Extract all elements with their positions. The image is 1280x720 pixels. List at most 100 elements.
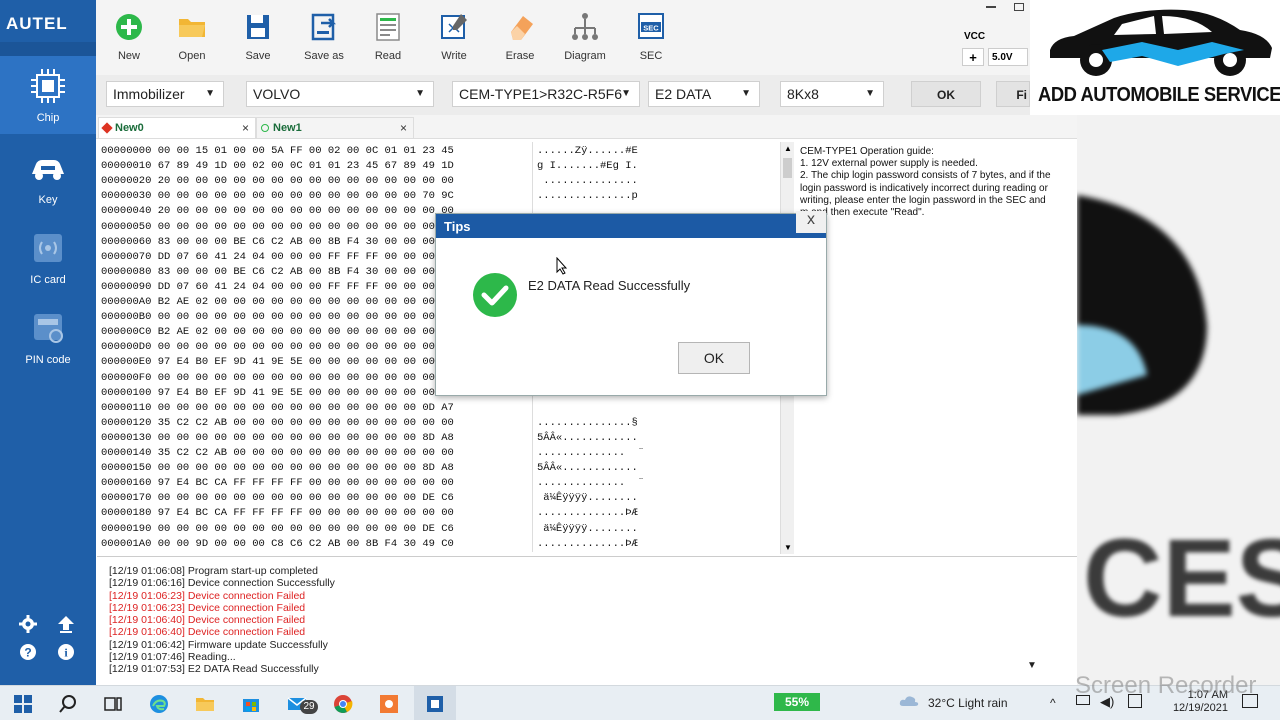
hex-row[interactable]: 000001A0 00 00 9D 00 00 00 C8 C6 C2 AB 0…: [101, 538, 454, 550]
gear-icon[interactable]: [18, 614, 38, 634]
vcc-plus-button[interactable]: +: [962, 48, 984, 66]
scroll-thumb[interactable]: [783, 158, 792, 178]
chrome-icon[interactable]: [332, 693, 354, 715]
ascii-row[interactable]: ...............p: [537, 190, 638, 202]
hex-row[interactable]: 00000090 DD 07 60 41 24 04 00 00 00 FF F…: [101, 281, 454, 293]
save-as-button[interactable]: Save as: [294, 10, 354, 62]
hex-row[interactable]: 00000120 35 C2 C2 AB 00 00 00 00 00 00 0…: [101, 417, 454, 429]
dialog-close-button[interactable]: x: [796, 211, 826, 233]
hex-row[interactable]: 00000160 97 E4 BC CA FF FF FF FF 00 00 0…: [101, 477, 454, 489]
dialog-ok-button[interactable]: OK: [678, 342, 750, 374]
hex-row[interactable]: 00000010 67 89 49 1D 00 02 00 0C 01 01 2…: [101, 160, 454, 172]
edge-icon[interactable]: [148, 693, 170, 715]
window-controls: [980, 0, 1030, 24]
function-select[interactable]: Immobilizer ▼: [106, 81, 224, 107]
ascii-row[interactable]: 5ÂÂ«............: [537, 462, 638, 474]
hex-row[interactable]: 000000F0 00 00 00 00 00 00 00 00 00 00 0…: [101, 372, 454, 384]
ascii-row[interactable]: ä¼Êÿÿÿÿ........: [537, 492, 638, 504]
task-view-icon[interactable]: [102, 693, 124, 715]
log-line: [12/19 01:06:16] Device connection Succe…: [109, 577, 335, 590]
open-button[interactable]: Open: [162, 10, 222, 62]
weather-text[interactable]: 32°C Light rain: [928, 696, 1008, 710]
hex-row[interactable]: 00000100 97 E4 B0 EF 9D 41 9E 5E 00 00 0…: [101, 387, 454, 399]
ok-button[interactable]: OK: [911, 81, 981, 107]
hex-row[interactable]: 00000070 DD 07 60 41 24 04 00 00 00 FF F…: [101, 251, 454, 263]
screen-recorder-icon[interactable]: [378, 693, 400, 715]
hex-row[interactable]: 00000030 00 00 00 00 00 00 00 00 00 00 0…: [101, 190, 454, 202]
sec-button[interactable]: SEC SEC: [621, 10, 681, 62]
tab-label: New1: [273, 122, 302, 134]
sidebar-item-chip[interactable]: Chip: [0, 56, 96, 134]
chevron-down-icon[interactable]: ▼: [1027, 660, 1037, 671]
hex-row[interactable]: 00000150 00 00 00 00 00 00 00 00 00 00 0…: [101, 462, 454, 474]
sidebar-item-pin-code[interactable]: PIN code: [0, 298, 96, 376]
hex-row[interactable]: 00000050 00 00 00 00 00 00 00 00 00 00 0…: [101, 221, 454, 233]
read-button[interactable]: Read: [358, 10, 418, 62]
search-icon[interactable]: [57, 693, 79, 715]
vcc-value[interactable]: 5.0V: [988, 48, 1028, 66]
tab-new0[interactable]: New0 ×: [98, 117, 256, 139]
svg-text:?: ?: [24, 646, 31, 660]
hex-row[interactable]: 00000130 00 00 00 00 00 00 00 00 00 00 0…: [101, 432, 454, 444]
ascii-row[interactable]: ......Zÿ......#E: [537, 145, 638, 157]
module-select[interactable]: CEM-TYPE1>R32C-R5F6 ▼: [452, 81, 640, 107]
ascii-row[interactable]: 5ÂÂ«............: [537, 432, 638, 444]
hex-row[interactable]: 00000020 20 00 00 00 00 00 00 00 00 00 0…: [101, 175, 454, 187]
hex-row[interactable]: 00000140 35 C2 C2 AB 00 00 00 00 00 00 0…: [101, 447, 454, 459]
maximize-icon[interactable]: [1014, 3, 1024, 11]
size-select[interactable]: 8Kx8 ▼: [780, 81, 884, 107]
erase-button[interactable]: Erase: [490, 10, 550, 62]
ascii-row[interactable]: ä¼Êÿÿÿÿ........: [537, 523, 638, 535]
hex-row[interactable]: 00000190 00 00 00 00 00 00 00 00 00 00 0…: [101, 523, 454, 535]
ascii-row[interactable]: ...............: [537, 175, 638, 187]
diagram-button[interactable]: Diagram: [555, 10, 615, 62]
scroll-up-icon[interactable]: ▲: [784, 144, 792, 153]
hex-row[interactable]: 00000170 00 00 00 00 00 00 00 00 00 00 0…: [101, 492, 454, 504]
hex-row[interactable]: 000000A0 B2 AE 02 00 00 00 00 00 00 00 0…: [101, 296, 454, 308]
chevron-up-icon[interactable]: ^: [1050, 696, 1056, 710]
select-value: 8Kx8: [787, 86, 819, 102]
hex-row[interactable]: 00000080 83 00 00 00 BE C6 C2 AB 00 8B F…: [101, 266, 454, 278]
next-button[interactable]: Fi: [996, 81, 1030, 107]
ascii-row[interactable]: g I.......#Eg I.: [537, 160, 638, 172]
windows-start-icon[interactable]: [12, 693, 34, 715]
tips-dialog: Tips x E2 DATA Read Successfully OK: [435, 211, 827, 396]
write-button[interactable]: Write: [424, 10, 484, 62]
guide-line: 2. The chip login password consists of 7…: [800, 170, 1051, 206]
data-select[interactable]: E2 DATA ▼: [648, 81, 760, 107]
scroll-down-icon[interactable]: ▼: [784, 543, 792, 552]
ascii-row[interactable]: .............. ¨: [537, 477, 644, 489]
log-line: [12/19 01:06:23] Device connection Faile…: [109, 601, 306, 614]
help-icon[interactable]: ?: [18, 642, 38, 662]
tool-label: Write: [441, 50, 467, 62]
upload-icon[interactable]: [56, 614, 76, 634]
ascii-row[interactable]: ..............ÞÆ: [537, 507, 638, 519]
ascii-row[interactable]: ..............ÞÆ: [537, 538, 638, 550]
file-explorer-icon[interactable]: [194, 693, 216, 715]
store-icon[interactable]: [240, 693, 262, 715]
hex-row[interactable]: 000000B0 00 00 00 00 00 00 00 00 00 00 0…: [101, 311, 454, 323]
ascii-row[interactable]: ...............§: [537, 417, 638, 429]
hex-row[interactable]: 00000000 00 00 15 01 00 00 5A FF 00 02 0…: [101, 145, 454, 157]
minimize-icon[interactable]: [986, 6, 996, 8]
hex-row[interactable]: 00000060 83 00 00 00 BE C6 C2 AB 00 8B F…: [101, 236, 454, 248]
info-icon[interactable]: i: [56, 642, 76, 662]
hex-row[interactable]: 00000180 97 E4 BC CA FF FF FF FF 00 00 0…: [101, 507, 454, 519]
brand-select[interactable]: VOLVO ▼: [246, 81, 434, 107]
hex-row[interactable]: 000000C0 B2 AE 02 00 00 00 00 00 00 00 0…: [101, 326, 454, 338]
hex-row[interactable]: 000000D0 00 00 00 00 00 00 00 00 00 00 0…: [101, 341, 454, 353]
ascii-row[interactable]: .............. ¨: [537, 447, 644, 459]
sidebar-item-ic-card[interactable]: IC card: [0, 218, 96, 296]
save-button[interactable]: Save: [228, 10, 288, 62]
tool-label: SEC: [639, 50, 663, 62]
tab-new1[interactable]: New1 ×: [256, 117, 414, 139]
close-icon[interactable]: ×: [242, 121, 249, 135]
hex-row[interactable]: 00000040 20 00 00 00 00 00 00 00 00 00 0…: [101, 205, 454, 217]
new-button[interactable]: New: [99, 10, 159, 62]
hex-row[interactable]: 00000110 00 00 00 00 00 00 00 00 00 00 0…: [101, 402, 454, 414]
autel-app-icon[interactable]: [424, 693, 446, 715]
operation-guide: CEM-TYPE1 Operation guide: 1. 12V extern…: [796, 142, 1077, 554]
sidebar-item-key[interactable]: Key: [0, 138, 96, 216]
hex-row[interactable]: 000000E0 97 E4 B0 EF 9D 41 9E 5E 00 00 0…: [101, 356, 454, 368]
close-icon[interactable]: ×: [400, 121, 407, 135]
